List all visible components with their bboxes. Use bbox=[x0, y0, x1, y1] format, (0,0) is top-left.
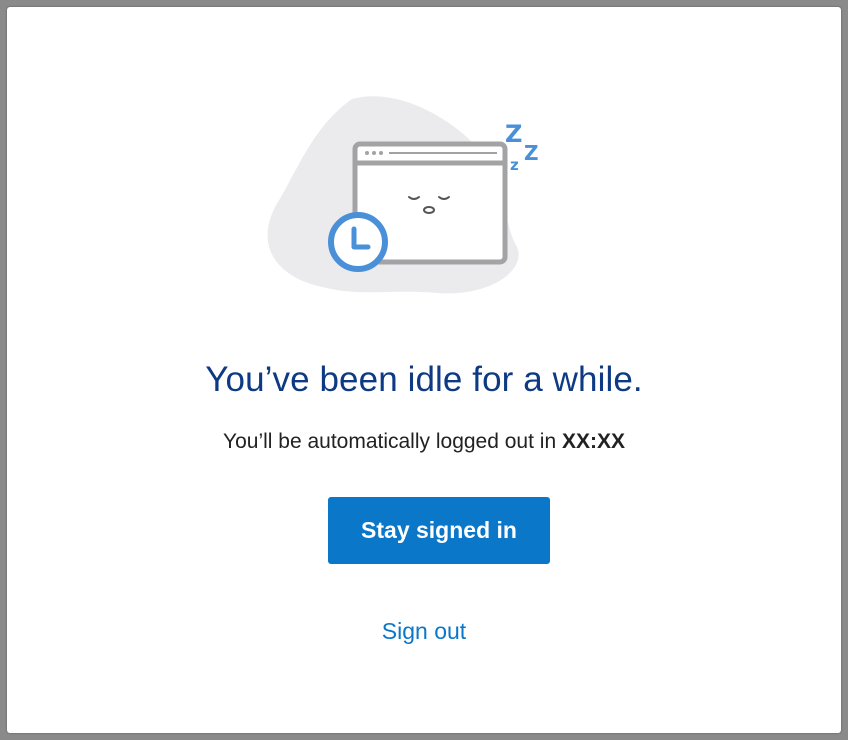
svg-text:Z: Z bbox=[524, 141, 539, 165]
sign-out-link[interactable]: Sign out bbox=[7, 618, 841, 645]
zzz-icon: Z Z z bbox=[505, 120, 539, 174]
logout-message: You’ll be automatically logged out in XX… bbox=[7, 430, 841, 454]
idle-illustration: Z Z z bbox=[257, 87, 557, 307]
stay-signed-in-button[interactable]: Stay signed in bbox=[328, 497, 550, 564]
logout-message-text: You’ll be automatically logged out in bbox=[223, 430, 562, 453]
idle-timeout-dialog: Z Z z You’ve been idle for a while. You’… bbox=[7, 7, 841, 733]
svg-text:z: z bbox=[510, 156, 519, 174]
countdown-timer: XX:XX bbox=[561, 430, 625, 453]
clock-icon bbox=[328, 212, 388, 272]
svg-text:Z: Z bbox=[505, 120, 522, 148]
dialog-title: You’ve been idle for a while. bbox=[205, 360, 643, 399]
